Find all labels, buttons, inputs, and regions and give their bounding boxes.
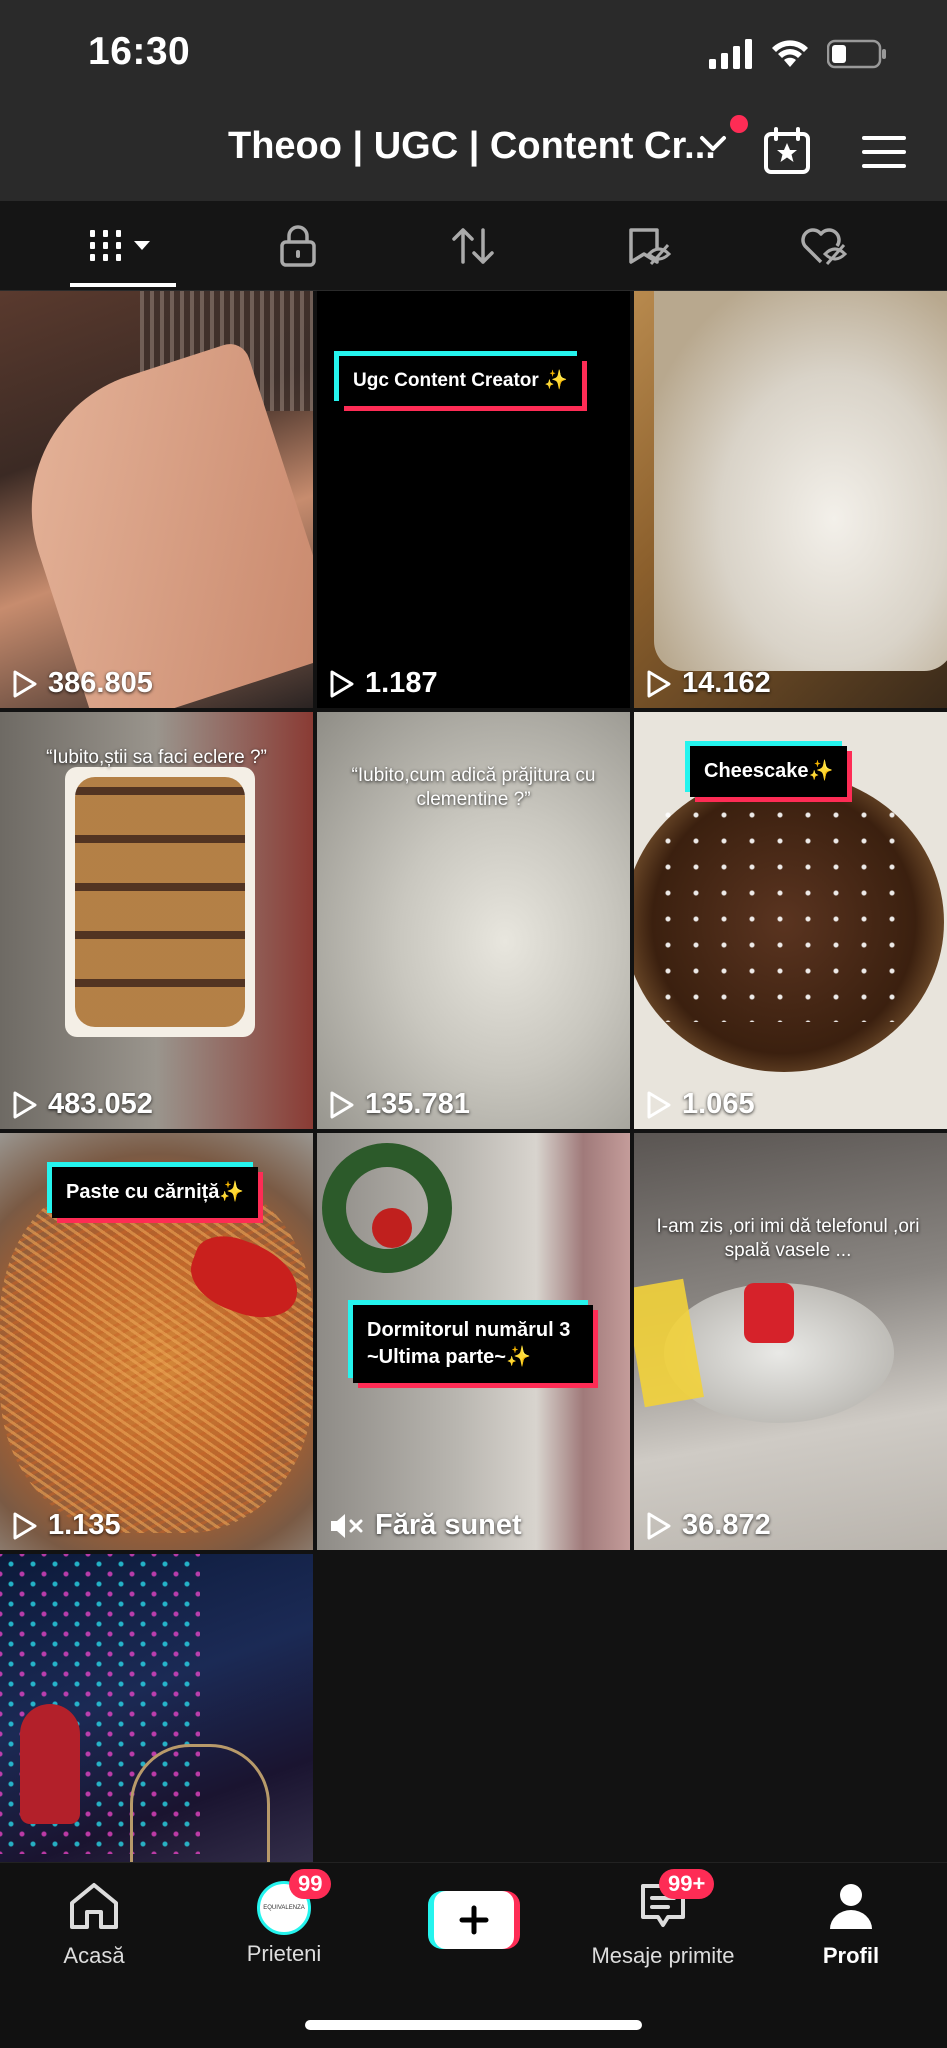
play-icon [647,1512,671,1539]
tab-liked[interactable] [763,201,883,291]
home-indicator [305,2020,642,2030]
avatar-logo-text: EQUIVALENZA [263,1905,305,1911]
muted-label: Fără sunet [375,1509,522,1541]
video-caption: “Iubito,cum adică prăjitura cu clementin… [351,765,596,810]
video-tile[interactable]: Cheescake✨ 1.065 [634,712,947,1129]
view-count-text: 1.135 [48,1509,121,1541]
tab-private[interactable] [238,201,358,291]
calendar-star-icon[interactable] [762,126,812,176]
friends-badge: 99 [289,1869,332,1899]
video-caption: “Iubito,știi sa faci eclere ?” [46,747,267,768]
view-count: 1.187 [329,667,438,700]
play-icon [647,670,671,697]
video-thumbnail [20,1704,80,1824]
video-caption: Paste cu cărniță✨ [52,1167,259,1218]
notification-dot [730,115,748,133]
play-icon [330,1091,354,1118]
view-count: 1.065 [646,1088,755,1121]
view-count: 386.805 [12,667,153,700]
chevron-down-icon[interactable] [698,132,728,156]
nav-home-label: Acasă [63,1943,125,1968]
nav-friends-label: Prieteni [246,1941,322,1966]
repost-icon [452,228,494,264]
plus-icon [459,1905,489,1935]
nav-inbox-label: Mesaje primite [591,1943,735,1968]
play-icon [13,1512,37,1539]
menu-icon[interactable] [862,134,906,170]
wifi-icon [772,40,808,67]
heart-eye-icon [801,228,847,266]
video-thumbnail [654,291,947,671]
profile-tabs [0,201,947,291]
grid-icon [90,230,150,261]
video-caption: Dormitorul numărul 3 ~Ultima parte~✨ [353,1305,593,1383]
nav-home[interactable]: Acasă [19,1881,169,1969]
home-icon [70,1883,118,1929]
profile-icon [830,1884,872,1929]
inbox-badge: 99+ [659,1869,715,1899]
view-count-text: 483.052 [48,1088,153,1120]
video-thumbnail [75,777,245,1027]
video-tile[interactable]: 14.162 [634,291,947,708]
video-grid: 386.805 Ugc Content Creator ✨ 1.187 14.1… [0,291,947,1971]
view-count-text: 135.781 [365,1088,470,1120]
video-tile[interactable]: Dormitorul numărul 3 ~Ultima parte~✨ Făr… [317,1133,630,1550]
muted-icon [331,1513,363,1538]
play-icon [330,670,354,697]
video-thumbnail [372,1208,412,1248]
video-thumbnail [634,1278,704,1408]
play-icon [647,1091,671,1118]
status-bar: 16:30 [0,0,947,105]
video-tile[interactable]: 386.805 [0,291,313,708]
nav-profile[interactable]: Profil [776,1881,926,1969]
lock-icon [280,225,316,267]
create-button[interactable] [428,1891,520,1949]
video-thumbnail [744,1283,794,1343]
create-button-face [434,1891,514,1949]
tab-reposts[interactable] [413,201,533,291]
status-time: 16:30 [88,30,191,73]
active-tab-indicator [70,283,176,287]
video-tile[interactable]: “Iubito,cum adică prăjitura cu clementin… [317,712,630,1129]
video-thumbnail [654,802,914,1022]
video-caption: Cheescake✨ [690,746,848,797]
play-icon [13,670,37,697]
view-count: 36.872 [646,1509,771,1542]
video-caption: Ugc Content Creator ✨ [339,356,582,406]
tab-videos[interactable] [63,201,183,291]
view-count-text: 14.162 [682,667,771,699]
view-count: 1.135 [12,1509,121,1542]
view-count-text: 1.187 [365,667,438,699]
account-title[interactable]: Theoo | UGC | Content Cr... [228,125,716,168]
view-count-text: 1.065 [682,1088,755,1120]
play-icon [13,1091,37,1118]
nav-friends[interactable]: EQUIVALENZA Prieteni [209,1881,359,1967]
signal-icon [709,39,752,69]
view-count: Fără sunet [329,1509,522,1542]
view-count: 483.052 [12,1088,153,1121]
video-tile[interactable]: Ugc Content Creator ✨ 1.187 [317,291,630,708]
video-thumbnail [0,1173,313,1533]
nav-profile-label: Profil [822,1943,880,1968]
view-count: 135.781 [329,1088,470,1121]
tab-favorites[interactable] [588,201,708,291]
battery-icon [827,39,886,69]
video-caption: I-am zis ,ori imi dă telefonul ,ori spal… [656,1216,920,1261]
view-count-text: 386.805 [48,667,153,699]
view-count-text: 36.872 [682,1509,771,1541]
video-tile[interactable]: I-am zis ,ori imi dă telefonul ,ori spal… [634,1133,947,1550]
video-tile[interactable]: “Iubito,știi sa faci eclere ?” 483.052 [0,712,313,1129]
video-tile[interactable]: Paste cu cărniță✨ 1.135 [0,1133,313,1550]
view-count: 14.162 [646,667,771,700]
status-icons [709,36,887,72]
bookmark-eye-icon [629,228,671,266]
